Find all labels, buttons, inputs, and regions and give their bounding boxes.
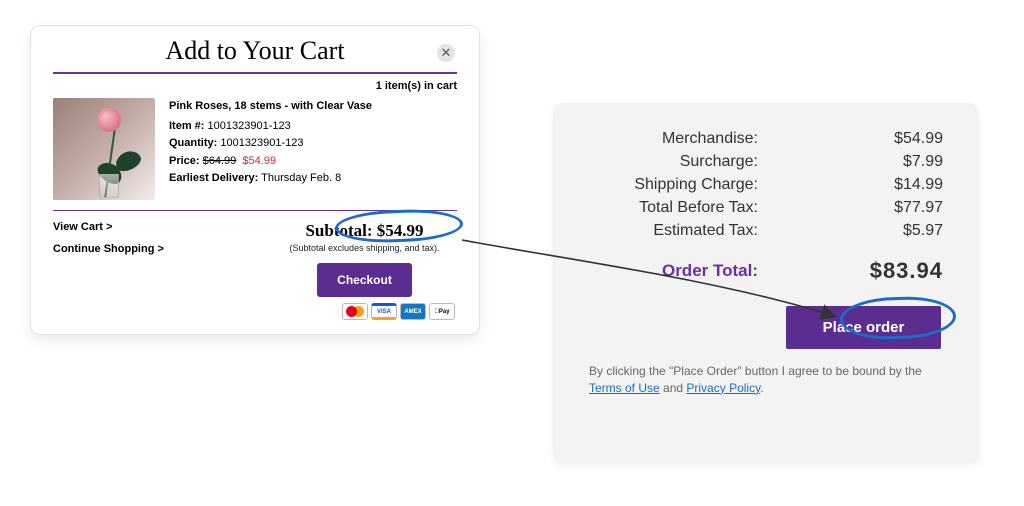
summary-row-merchandise: Merchandise: $54.99 <box>589 130 943 148</box>
total-value: $83.94 <box>853 258 943 284</box>
item-no-value: 1001323901-123 <box>208 120 291 132</box>
privacy-link[interactable]: Privacy Policy <box>686 381 760 395</box>
price-label: Price: <box>169 155 200 167</box>
cart-links: View Cart > Continue Shopping > <box>53 221 164 265</box>
summary-row-before-tax: Total Before Tax: $77.97 <box>589 199 943 217</box>
total-label: Order Total: <box>589 261 758 281</box>
legal-end: . <box>760 381 763 395</box>
divider <box>53 210 457 211</box>
legal-text: By clicking the "Place Order" button I a… <box>589 363 943 397</box>
checkout-button[interactable]: Checkout <box>317 263 412 297</box>
summary-row-total: Order Total: $83.94 <box>589 258 943 284</box>
apple-pay-icon: Pay <box>429 303 455 320</box>
subtotal-note: (Subtotal excludes shipping, and tax). <box>272 243 457 253</box>
mastercard-icon <box>342 303 368 320</box>
item-no-label: Item #: <box>169 120 204 132</box>
visa-icon: VISA <box>371 303 397 320</box>
summary-row-surcharge: Surcharge: $7.99 <box>589 153 943 171</box>
add-to-cart-modal: ✕ Add to Your Cart 1 item(s) in cart Pin… <box>30 25 480 335</box>
cart-item-count: 1 item(s) in cart <box>53 80 457 92</box>
order-summary-card: Merchandise: $54.99 Surcharge: $7.99 Shi… <box>553 103 979 463</box>
delivery-label: Earliest Delivery: <box>169 172 258 184</box>
summary-label: Estimated Tax: <box>589 222 758 240</box>
cart-item-row: Pink Roses, 18 stems - with Clear Vase I… <box>53 98 457 200</box>
continue-shopping-link[interactable]: Continue Shopping > <box>53 243 164 255</box>
close-icon[interactable]: ✕ <box>437 44 455 62</box>
price-sale: $54.99 <box>242 155 276 167</box>
summary-value: $7.99 <box>863 153 943 171</box>
summary-label: Surcharge: <box>589 153 758 171</box>
summary-value: $54.99 <box>863 130 943 148</box>
subtotal-value: $54.99 <box>377 221 424 240</box>
view-cart-link[interactable]: View Cart > <box>53 221 164 233</box>
subtotal-label: Subtotal: <box>305 221 372 240</box>
terms-link[interactable]: Terms of Use <box>589 381 660 395</box>
divider <box>53 72 457 74</box>
summary-value: $77.97 <box>863 199 943 217</box>
place-order-button[interactable]: Place order <box>786 306 941 349</box>
summary-value: $14.99 <box>863 176 943 194</box>
summary-label: Shipping Charge: <box>589 176 758 194</box>
legal-mid: and <box>660 381 687 395</box>
payment-icons: VISA AMEX Pay <box>272 303 455 320</box>
summary-label: Total Before Tax: <box>589 199 758 217</box>
legal-pre: By clicking the "Place Order" button I a… <box>589 364 922 378</box>
product-details: Pink Roses, 18 stems - with Clear Vase I… <box>169 98 372 200</box>
delivery-value: Thursday Feb. 8 <box>261 172 341 184</box>
amex-icon: AMEX <box>400 303 426 320</box>
summary-label: Merchandise: <box>589 130 758 148</box>
quantity-label: Quantity: <box>169 137 217 149</box>
quantity-value: 1001323901-123 <box>220 137 303 149</box>
summary-value: $5.97 <box>863 222 943 240</box>
price-original: $64.99 <box>203 155 237 167</box>
summary-row-tax: Estimated Tax: $5.97 <box>589 222 943 240</box>
modal-title: Add to Your Cart <box>53 36 457 66</box>
product-image <box>53 98 155 200</box>
product-name: Pink Roses, 18 stems - with Clear Vase <box>169 98 372 116</box>
subtotal: Subtotal: $54.99 <box>272 221 457 241</box>
summary-row-shipping: Shipping Charge: $14.99 <box>589 176 943 194</box>
